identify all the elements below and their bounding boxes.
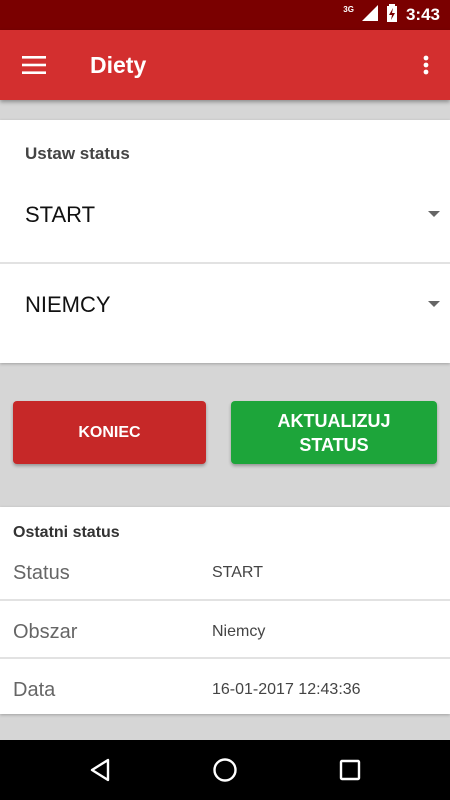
last-status-card: Ostatni status Status START Obszar Niemc…	[0, 507, 450, 714]
row-value: Niemcy	[212, 623, 266, 640]
recent-apps-square-icon[interactable]	[335, 755, 365, 785]
navigation-bar	[0, 740, 450, 800]
divider	[0, 599, 450, 601]
end-button-label: KONIEC	[78, 423, 141, 441]
more-vertical-icon[interactable]	[414, 48, 438, 82]
clock: 3:43	[405, 5, 440, 24]
app-toolbar: Diety	[0, 30, 450, 100]
dropdown-arrow-icon	[428, 301, 440, 307]
set-status-label: Ustaw status	[25, 144, 130, 163]
status-dropdown-value: START	[25, 202, 96, 227]
battery-icon	[386, 3, 398, 27]
row-value: 16-01-2017 12:43:36	[212, 681, 361, 698]
home-circle-icon[interactable]	[210, 755, 240, 785]
status-bar-right: 3G 3:43	[343, 0, 440, 30]
signal-icon	[361, 4, 378, 26]
back-triangle-icon[interactable]	[85, 755, 115, 785]
update-status-button-label: AKTUALIZUJ STATUS	[278, 409, 391, 457]
page-title: Diety	[90, 52, 147, 78]
update-label-line1: AKTUALIZUJ	[277, 410, 391, 431]
update-label-line2: STATUS	[299, 434, 369, 455]
area-dropdown-value: NIEMCY	[25, 292, 111, 317]
end-button[interactable]: KONIEC	[13, 401, 206, 464]
last-status-row-area: Obszar Niemcy	[0, 603, 450, 661]
row-value: START	[212, 564, 263, 581]
divider	[0, 657, 450, 659]
row-key: Obszar	[13, 621, 78, 643]
status-dropdown[interactable]: START	[0, 180, 450, 250]
update-status-button[interactable]: AKTUALIZUJ STATUS	[231, 401, 437, 464]
row-key: Status	[13, 562, 70, 584]
last-status-row-date: Data 16-01-2017 12:43:36	[0, 661, 450, 719]
last-status-row-status: Status START	[0, 544, 450, 602]
status-bar: 3G 3:43	[0, 0, 450, 30]
divider	[0, 262, 450, 264]
network-type: 3G	[343, 4, 354, 14]
last-status-label: Ostatni status	[13, 524, 120, 541]
dropdown-arrow-icon	[428, 211, 440, 217]
row-key: Data	[13, 679, 56, 701]
area-dropdown[interactable]: NIEMCY	[0, 270, 450, 340]
hamburger-menu-icon[interactable]	[14, 48, 54, 82]
set-status-card: Ustaw status START NIEMCY	[0, 120, 450, 363]
